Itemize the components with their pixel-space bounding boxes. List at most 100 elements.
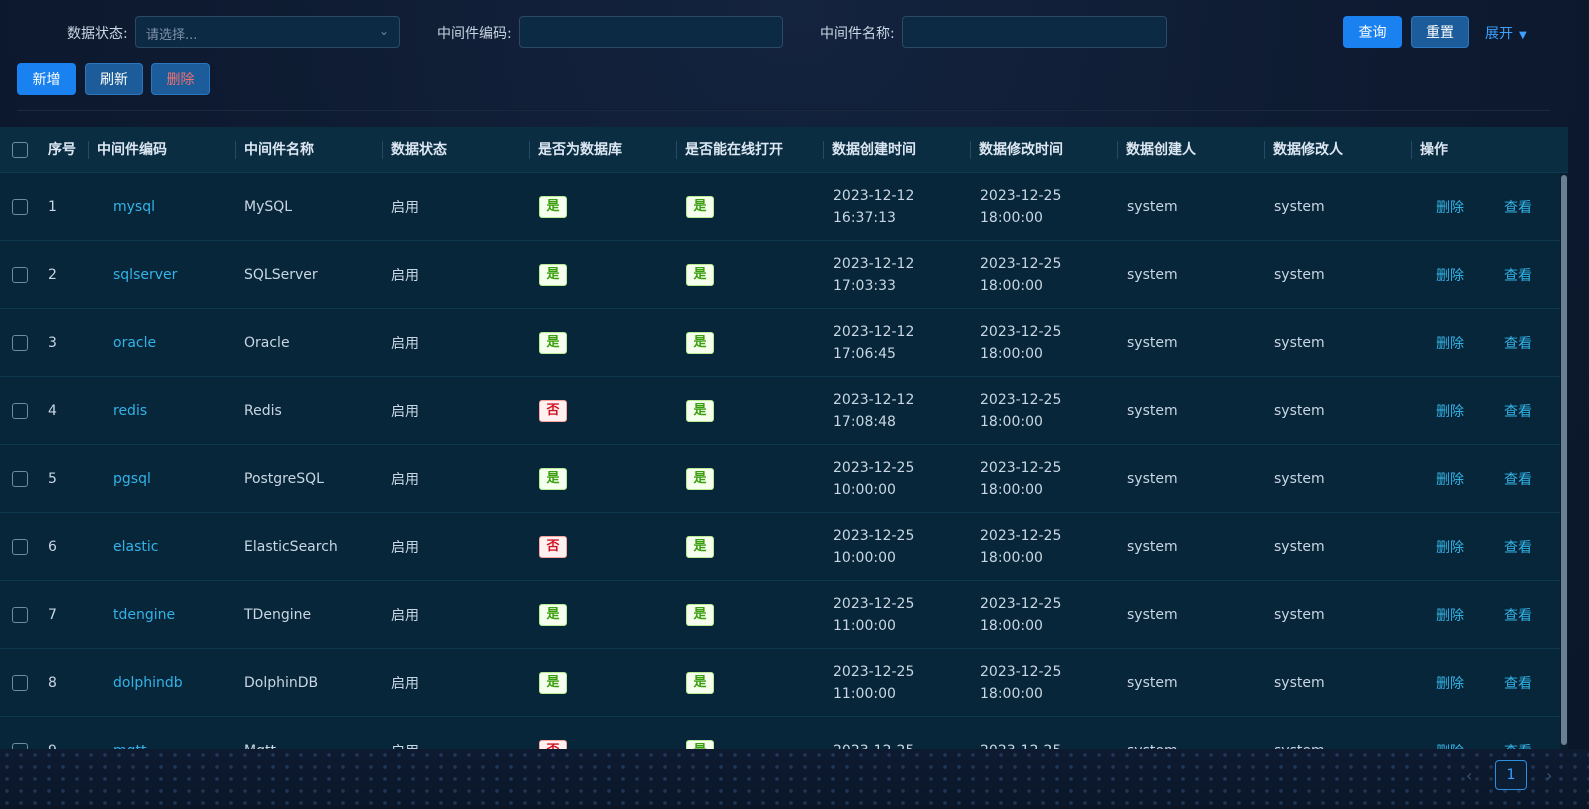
row-no: 7 (48, 607, 57, 623)
table-row: 5 pgsql PostgreSQL 启用 是 是 2023-12-25 10:… (0, 445, 1568, 513)
row-code-link[interactable]: dolphindb (113, 675, 183, 691)
row-view-link[interactable]: 查看 (1504, 333, 1532, 353)
row-checkbox[interactable] (12, 335, 28, 351)
column-separator (823, 141, 824, 159)
row-delete-link[interactable]: 删除 (1436, 469, 1464, 489)
chevron-right-icon[interactable]: › (1546, 766, 1552, 785)
column-separator (970, 141, 971, 159)
row-online-tag: 是 (686, 332, 714, 354)
row-code-link[interactable]: oracle (113, 335, 156, 351)
row-is-db-tag: 否 (539, 740, 567, 749)
status-select[interactable]: 请选择... ⌄ (135, 16, 400, 48)
col-online: 是否能在线打开 (685, 142, 783, 158)
row-name: PostgreSQL (244, 471, 324, 487)
name-input[interactable] (902, 16, 1167, 48)
row-modified-time: 18:00:00 (980, 550, 1043, 566)
row-delete-link[interactable]: 删除 (1436, 605, 1464, 625)
row-delete-link[interactable]: 删除 (1436, 741, 1464, 749)
row-created-time: 11:00:00 (833, 618, 896, 634)
row-no: 4 (48, 403, 57, 419)
table-row: 1 mysql MySQL 启用 是 是 2023-12-12 16:37:13… (0, 173, 1568, 241)
row-is-db-tag: 是 (539, 468, 567, 490)
row-name: Oracle (244, 335, 290, 351)
vertical-scrollbar-thumb[interactable] (1561, 175, 1567, 745)
row-checkbox[interactable] (12, 403, 28, 419)
add-button[interactable]: 新增 (17, 63, 76, 95)
table-row: 7 tdengine TDengine 启用 是 是 2023-12-25 11… (0, 581, 1568, 649)
table-row: 3 oracle Oracle 启用 是 是 2023-12-12 17:06:… (0, 309, 1568, 377)
row-name: ElasticSearch (244, 539, 338, 555)
column-separator (676, 141, 677, 159)
page-number-current[interactable]: 1 (1495, 760, 1527, 790)
row-view-link[interactable]: 查看 (1504, 537, 1532, 557)
row-status: 启用 (391, 404, 419, 420)
row-view-link[interactable]: 查看 (1504, 469, 1532, 489)
row-delete-link[interactable]: 删除 (1436, 197, 1464, 217)
col-status: 数据状态 (391, 142, 447, 158)
row-code-link[interactable]: elastic (113, 539, 158, 555)
row-status: 启用 (391, 336, 419, 352)
row-view-link[interactable]: 查看 (1504, 401, 1532, 421)
row-name: SQLServer (244, 267, 318, 283)
row-code-link[interactable]: mysql (113, 199, 155, 215)
row-modified-date: 2023-12-25 (980, 596, 1062, 612)
col-name: 中间件名称 (244, 142, 314, 158)
select-all-checkbox[interactable] (12, 142, 28, 158)
row-modifier: system (1274, 267, 1325, 283)
row-view-link[interactable]: 查看 (1504, 197, 1532, 217)
refresh-button[interactable]: 刷新 (85, 63, 143, 95)
row-delete-link[interactable]: 删除 (1436, 401, 1464, 421)
caret-down-icon: ▼ (1519, 30, 1527, 41)
table-row: 2 sqlserver SQLServer 启用 是 是 2023-12-12 … (0, 241, 1568, 309)
row-status: 启用 (391, 472, 419, 488)
row-no: 2 (48, 267, 57, 283)
delete-button[interactable]: 删除 (151, 63, 210, 95)
row-view-link[interactable]: 查看 (1504, 673, 1532, 693)
row-code-link[interactable]: tdengine (113, 607, 175, 623)
row-modified-date: 2023-12-25 (980, 528, 1062, 544)
row-creator: system (1127, 335, 1178, 351)
row-view-link[interactable]: 查看 (1504, 605, 1532, 625)
row-delete-link[interactable]: 删除 (1436, 333, 1464, 353)
row-online-tag: 是 (686, 264, 714, 286)
row-checkbox[interactable] (12, 675, 28, 691)
row-modified-date: 2023-12-25 (980, 324, 1062, 340)
row-delete-link[interactable]: 删除 (1436, 673, 1464, 693)
row-is-db-tag: 否 (539, 536, 567, 558)
row-no: 3 (48, 335, 57, 351)
col-modified-time: 数据修改时间 (979, 142, 1063, 158)
row-code-link[interactable]: redis (113, 403, 147, 419)
row-delete-link[interactable]: 删除 (1436, 265, 1464, 285)
row-created-time: 17:03:33 (833, 278, 896, 294)
column-separator (529, 141, 530, 159)
row-modifier: system (1274, 607, 1325, 623)
expand-toggle[interactable]: 展开 ▼ (1485, 23, 1527, 43)
reset-button[interactable]: 重置 (1411, 16, 1469, 48)
row-checkbox[interactable] (12, 199, 28, 215)
row-code-link[interactable]: sqlserver (113, 267, 177, 283)
row-modifier: system (1274, 539, 1325, 555)
row-checkbox[interactable] (12, 607, 28, 623)
column-separator (1117, 141, 1118, 159)
row-checkbox[interactable] (12, 539, 28, 555)
row-no: 1 (48, 199, 57, 215)
row-checkbox[interactable] (12, 267, 28, 283)
row-created-time: 17:06:45 (833, 346, 896, 362)
col-is-db: 是否为数据库 (538, 142, 622, 158)
row-modified-time: 18:00:00 (980, 414, 1043, 430)
row-online-tag: 是 (686, 604, 714, 626)
table-row: 6 elastic ElasticSearch 启用 否 是 2023-12-2… (0, 513, 1568, 581)
chevron-left-icon[interactable]: ‹ (1466, 766, 1472, 785)
code-input[interactable] (519, 16, 783, 48)
row-code-link[interactable]: pgsql (113, 471, 151, 487)
row-modified-time: 18:00:00 (980, 482, 1043, 498)
row-view-link[interactable]: 查看 (1504, 741, 1532, 749)
query-button[interactable]: 查询 (1343, 16, 1402, 48)
row-view-link[interactable]: 查看 (1504, 265, 1532, 285)
footer-band (0, 749, 1589, 809)
row-is-db-tag: 否 (539, 400, 567, 422)
row-delete-link[interactable]: 删除 (1436, 537, 1464, 557)
row-checkbox[interactable] (12, 471, 28, 487)
row-created-time: 17:08:48 (833, 414, 896, 430)
row-online-tag: 是 (686, 468, 714, 490)
